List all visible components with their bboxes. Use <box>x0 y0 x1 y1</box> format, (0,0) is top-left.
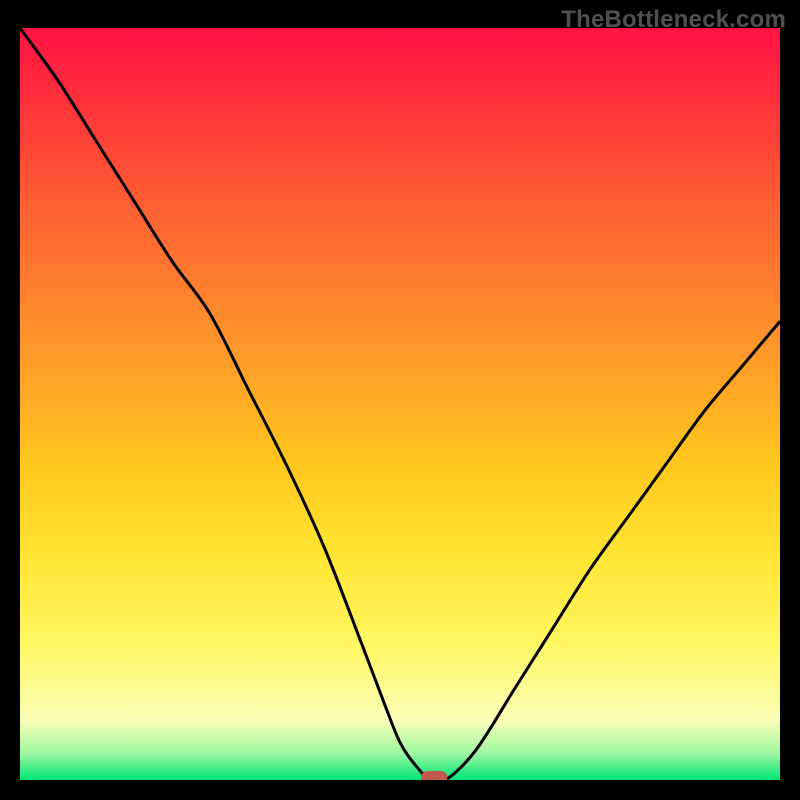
minimum-marker <box>421 771 447 780</box>
plot-area <box>20 28 780 780</box>
watermark-text: TheBottleneck.com <box>561 6 786 34</box>
bottleneck-curve <box>20 28 780 780</box>
chart-frame: TheBottleneck.com <box>0 0 800 800</box>
curve-layer <box>20 28 780 780</box>
